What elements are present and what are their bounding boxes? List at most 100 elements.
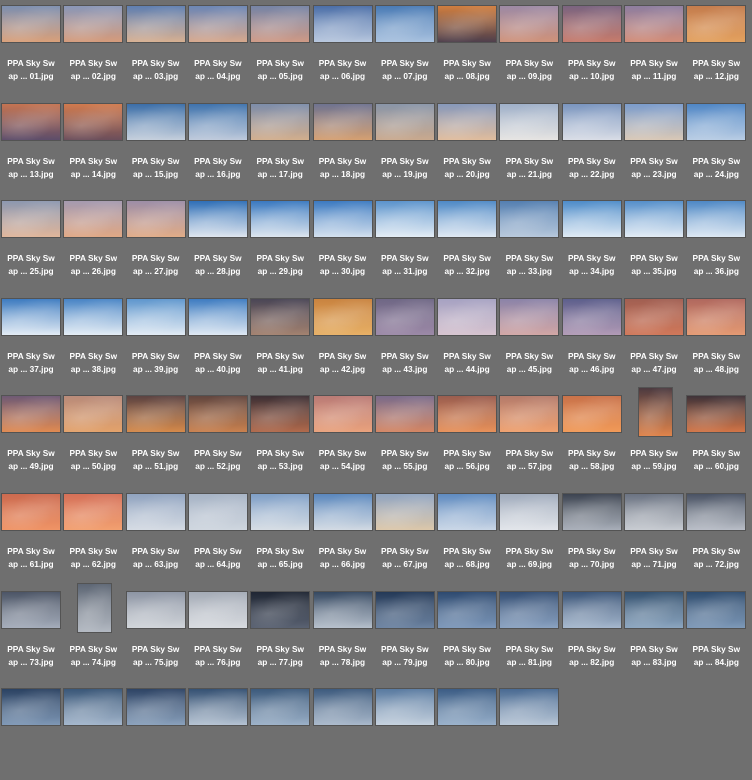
thumbnail-item[interactable]: PPA Sky Sw ap ... 61.jpg xyxy=(0,488,62,585)
sky-image-thumbnail[interactable] xyxy=(687,6,746,42)
thumbnail-item[interactable]: PPA Sky Sw ap ... 09.jpg xyxy=(498,0,560,97)
thumbnail-item[interactable]: PPA Sky Sw ap ... 46.jpg xyxy=(561,293,623,390)
sky-image-thumbnail[interactable] xyxy=(438,201,497,238)
thumbnail-item[interactable]: PPA Sky Sw ap ... 23.jpg xyxy=(623,98,685,195)
sky-image-thumbnail[interactable] xyxy=(2,6,60,42)
thumbnail-item[interactable]: PPA Sky Sw ap ... 78.jpg xyxy=(312,586,374,683)
sky-image-thumbnail[interactable] xyxy=(500,591,559,628)
thumbnail-item[interactable]: PPA Sky Sw ap ... 07.jpg xyxy=(374,0,436,97)
thumbnail-item[interactable] xyxy=(125,683,187,780)
thumbnail-item[interactable] xyxy=(498,683,560,780)
sky-image-thumbnail[interactable] xyxy=(375,103,434,140)
thumbnail-item[interactable] xyxy=(187,683,249,780)
thumbnail-item[interactable]: PPA Sky Sw ap ... 67.jpg xyxy=(374,488,436,585)
thumbnail-item[interactable]: PPA Sky Sw ap ... 20.jpg xyxy=(436,98,498,195)
thumbnail-item[interactable]: PPA Sky Sw ap ... 17.jpg xyxy=(249,98,311,195)
sky-image-thumbnail[interactable] xyxy=(500,396,559,433)
sky-image-thumbnail[interactable] xyxy=(625,298,683,335)
thumbnail-item[interactable]: PPA Sky Sw ap ... 31.jpg xyxy=(374,195,436,292)
sky-image-thumbnail[interactable] xyxy=(562,6,621,42)
thumbnail-item[interactable]: PPA Sky Sw ap ... 83.jpg xyxy=(623,586,685,683)
thumbnail-item[interactable]: PPA Sky Sw ap ... 49.jpg xyxy=(0,390,62,487)
sky-image-thumbnail[interactable] xyxy=(251,6,310,42)
thumbnail-item[interactable]: PPA Sky Sw ap ... 73.jpg xyxy=(0,586,62,683)
sky-image-thumbnail[interactable] xyxy=(188,689,247,726)
sky-image-thumbnail[interactable] xyxy=(625,103,683,140)
thumbnail-item[interactable]: PPA Sky Sw ap ... 39.jpg xyxy=(125,293,187,390)
sky-image-thumbnail[interactable] xyxy=(64,6,123,42)
sky-image-thumbnail[interactable] xyxy=(562,298,621,335)
sky-image-thumbnail[interactable] xyxy=(251,396,310,433)
thumbnail-item[interactable]: PPA Sky Sw ap ... 65.jpg xyxy=(249,488,311,585)
thumbnail-item[interactable]: PPA Sky Sw ap ... 69.jpg xyxy=(498,488,560,585)
sky-image-thumbnail[interactable] xyxy=(313,6,372,42)
sky-image-thumbnail[interactable] xyxy=(78,583,112,632)
sky-image-thumbnail[interactable] xyxy=(313,494,372,530)
sky-image-thumbnail[interactable] xyxy=(375,689,434,726)
sky-image-thumbnail[interactable] xyxy=(375,298,434,335)
thumbnail-item[interactable]: PPA Sky Sw ap ... 06.jpg xyxy=(312,0,374,97)
sky-image-thumbnail[interactable] xyxy=(2,103,60,140)
thumbnail-item[interactable]: PPA Sky Sw ap ... 03.jpg xyxy=(125,0,187,97)
thumbnail-item[interactable]: PPA Sky Sw ap ... 40.jpg xyxy=(187,293,249,390)
sky-image-thumbnail[interactable] xyxy=(64,103,123,140)
thumbnail-item[interactable]: PPA Sky Sw ap ... 01.jpg xyxy=(0,0,62,97)
thumbnail-item[interactable]: PPA Sky Sw ap ... 11.jpg xyxy=(623,0,685,97)
thumbnail-item[interactable]: PPA Sky Sw ap ... 47.jpg xyxy=(623,293,685,390)
sky-image-thumbnail[interactable] xyxy=(500,201,559,238)
thumbnail-item[interactable]: PPA Sky Sw ap ... 66.jpg xyxy=(312,488,374,585)
sky-image-thumbnail[interactable] xyxy=(64,494,123,530)
sky-image-thumbnail[interactable] xyxy=(313,298,372,335)
thumbnail-item[interactable]: PPA Sky Sw ap ... 68.jpg xyxy=(436,488,498,585)
thumbnail-item[interactable]: PPA Sky Sw ap ... 34.jpg xyxy=(561,195,623,292)
sky-image-thumbnail[interactable] xyxy=(438,591,497,628)
thumbnail-item[interactable]: PPA Sky Sw ap ... 56.jpg xyxy=(436,390,498,487)
sky-image-thumbnail[interactable] xyxy=(126,396,185,433)
sky-image-thumbnail[interactable] xyxy=(687,396,746,433)
sky-image-thumbnail[interactable] xyxy=(375,494,434,530)
sky-image-thumbnail[interactable] xyxy=(126,689,185,726)
thumbnail-item[interactable]: PPA Sky Sw ap ... 27.jpg xyxy=(125,195,187,292)
sky-image-thumbnail[interactable] xyxy=(188,201,247,238)
sky-image-thumbnail[interactable] xyxy=(313,396,372,433)
thumbnail-item[interactable]: PPA Sky Sw ap ... 52.jpg xyxy=(187,390,249,487)
thumbnail-item[interactable]: PPA Sky Sw ap ... 55.jpg xyxy=(374,390,436,487)
sky-image-thumbnail[interactable] xyxy=(126,591,185,628)
thumbnail-item[interactable]: PPA Sky Sw ap ... 62.jpg xyxy=(62,488,124,585)
thumbnail-item[interactable]: PPA Sky Sw ap ... 32.jpg xyxy=(436,195,498,292)
thumbnail-item[interactable]: PPA Sky Sw ap ... 75.jpg xyxy=(125,586,187,683)
sky-image-thumbnail[interactable] xyxy=(2,689,60,726)
sky-image-thumbnail[interactable] xyxy=(313,689,372,726)
sky-image-thumbnail[interactable] xyxy=(687,591,746,628)
thumbnail-item[interactable]: PPA Sky Sw ap ... 24.jpg xyxy=(685,98,747,195)
thumbnail-item[interactable] xyxy=(374,683,436,780)
thumbnail-item[interactable]: PPA Sky Sw ap ... 26.jpg xyxy=(62,195,124,292)
thumbnail-item[interactable]: PPA Sky Sw ap ... 60.jpg xyxy=(685,390,747,487)
sky-image-thumbnail[interactable] xyxy=(375,6,434,42)
thumbnail-item[interactable]: PPA Sky Sw ap ... 10.jpg xyxy=(561,0,623,97)
thumbnail-item[interactable]: PPA Sky Sw ap ... 82.jpg xyxy=(561,586,623,683)
thumbnail-item[interactable]: PPA Sky Sw ap ... 14.jpg xyxy=(62,98,124,195)
sky-image-thumbnail[interactable] xyxy=(687,201,746,238)
thumbnail-item[interactable]: PPA Sky Sw ap ... 79.jpg xyxy=(374,586,436,683)
thumbnail-item[interactable]: PPA Sky Sw ap ... 15.jpg xyxy=(125,98,187,195)
thumbnail-item[interactable]: PPA Sky Sw ap ... 53.jpg xyxy=(249,390,311,487)
thumbnail-item[interactable] xyxy=(436,683,498,780)
sky-image-thumbnail[interactable] xyxy=(126,6,185,42)
sky-image-thumbnail[interactable] xyxy=(625,201,683,238)
sky-image-thumbnail[interactable] xyxy=(251,494,310,530)
thumbnail-item[interactable] xyxy=(62,683,124,780)
sky-image-thumbnail[interactable] xyxy=(500,103,559,140)
thumbnail-item[interactable]: PPA Sky Sw ap ... 45.jpg xyxy=(498,293,560,390)
sky-image-thumbnail[interactable] xyxy=(126,298,185,335)
thumbnail-item[interactable]: PPA Sky Sw ap ... 50.jpg xyxy=(62,390,124,487)
sky-image-thumbnail[interactable] xyxy=(64,298,123,335)
sky-image-thumbnail[interactable] xyxy=(687,494,746,530)
thumbnail-item[interactable]: PPA Sky Sw ap ... 80.jpg xyxy=(436,586,498,683)
sky-image-thumbnail[interactable] xyxy=(500,494,559,530)
thumbnail-item[interactable]: PPA Sky Sw ap ... 44.jpg xyxy=(436,293,498,390)
thumbnail-item[interactable]: PPA Sky Sw ap ... 04.jpg xyxy=(187,0,249,97)
sky-image-thumbnail[interactable] xyxy=(2,591,60,628)
sky-image-thumbnail[interactable] xyxy=(251,689,310,726)
thumbnail-item[interactable]: PPA Sky Sw ap ... 05.jpg xyxy=(249,0,311,97)
